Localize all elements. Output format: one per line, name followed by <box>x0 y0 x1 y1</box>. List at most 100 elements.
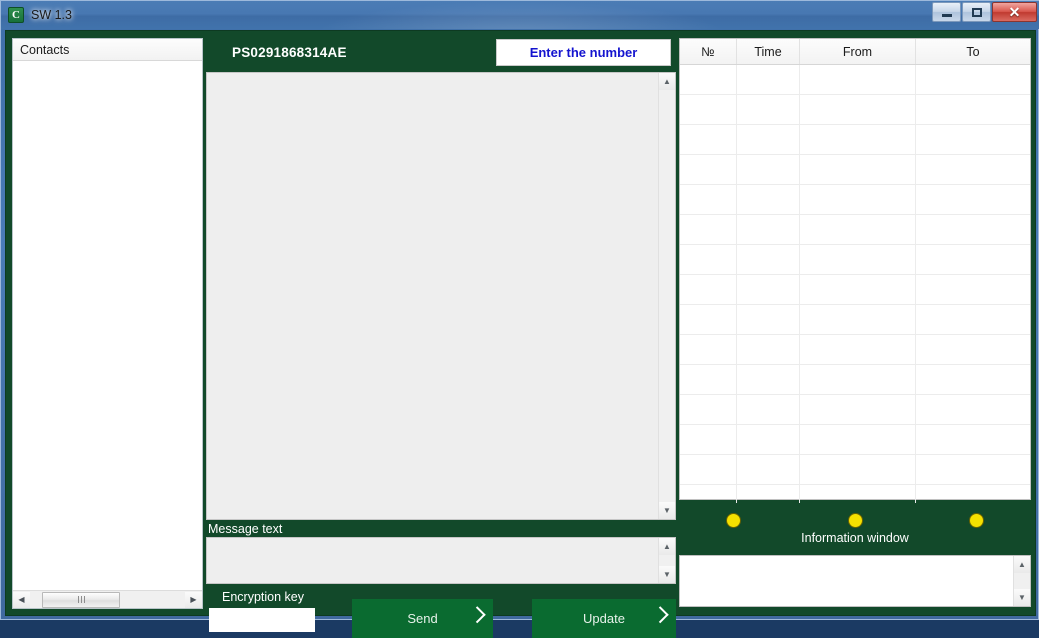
table-cell <box>800 125 916 154</box>
scroll-left-icon[interactable]: ◀ <box>13 591 30 608</box>
chevron-right-icon <box>468 605 486 623</box>
table-cell <box>800 95 916 124</box>
table-cell <box>680 365 737 394</box>
message-display-text[interactable] <box>207 73 658 519</box>
table-row[interactable] <box>680 365 1030 395</box>
encryption-key-input[interactable] <box>209 608 315 632</box>
log-table-body[interactable] <box>680 65 1030 515</box>
table-cell <box>800 335 916 364</box>
scroll-down-icon[interactable]: ▼ <box>659 502 675 519</box>
contacts-horizontal-scrollbar[interactable]: ◀ ▶ <box>13 590 202 608</box>
table-row[interactable] <box>680 305 1030 335</box>
status-lamp-icon-2 <box>848 513 863 528</box>
table-cell <box>916 425 1030 454</box>
message-log-table[interactable]: № Time From To <box>679 38 1031 515</box>
table-row[interactable] <box>680 245 1030 275</box>
table-cell <box>916 305 1030 334</box>
table-cell <box>737 65 800 94</box>
table-cell <box>916 65 1030 94</box>
table-cell <box>916 395 1030 424</box>
minimize-button[interactable] <box>932 2 961 22</box>
update-button-label: Update <box>583 611 625 626</box>
scroll-up-icon[interactable]: ▲ <box>659 73 675 90</box>
table-cell <box>737 395 800 424</box>
minimize-icon <box>941 14 952 17</box>
maximize-button[interactable] <box>962 2 991 22</box>
table-cell <box>916 365 1030 394</box>
scroll-right-icon[interactable]: ▶ <box>185 591 202 608</box>
contacts-column-header: Contacts <box>13 39 202 61</box>
table-row[interactable] <box>680 425 1030 455</box>
table-cell <box>680 155 737 184</box>
table-cell <box>737 305 800 334</box>
table-row[interactable] <box>680 95 1030 125</box>
table-cell <box>680 425 737 454</box>
message-input-area[interactable]: ▲ ▼ <box>206 537 676 584</box>
enter-number-button[interactable]: Enter the number <box>496 39 671 66</box>
table-cell <box>680 185 737 214</box>
message-input-text[interactable] <box>207 538 658 583</box>
message-display-scrollbar[interactable]: ▲ ▼ <box>658 73 675 519</box>
column-header-to[interactable]: To <box>916 39 1030 64</box>
contacts-list[interactable] <box>13 61 202 590</box>
title-bar: C SW 1.3 ✕ <box>1 1 1039 29</box>
table-row[interactable] <box>680 275 1030 305</box>
contacts-scroll-thumb[interactable] <box>42 591 120 608</box>
information-window-text[interactable] <box>680 556 1013 606</box>
scroll-down-icon[interactable]: ▼ <box>1014 589 1030 606</box>
table-cell <box>680 335 737 364</box>
message-input-scrollbar[interactable]: ▲ ▼ <box>658 538 675 583</box>
table-cell <box>680 275 737 304</box>
column-header-no[interactable]: № <box>680 39 737 64</box>
table-cell <box>737 155 800 184</box>
close-button[interactable]: ✕ <box>992 2 1037 22</box>
column-header-from[interactable]: From <box>800 39 916 64</box>
table-cell <box>916 245 1030 274</box>
table-cell <box>800 455 916 484</box>
table-row[interactable] <box>680 215 1030 245</box>
actions-row: Encryption key Send Update <box>206 590 676 638</box>
table-cell <box>800 275 916 304</box>
message-display-area[interactable]: ▲ ▼ <box>206 72 676 520</box>
table-cell <box>680 245 737 274</box>
table-row[interactable] <box>680 455 1030 485</box>
table-cell <box>800 245 916 274</box>
table-row[interactable] <box>680 395 1030 425</box>
table-row[interactable] <box>680 155 1030 185</box>
right-column: № Time From To Information window ▲ ▼ <box>679 38 1031 609</box>
table-cell <box>680 215 737 244</box>
table-cell <box>800 215 916 244</box>
table-cell <box>737 275 800 304</box>
table-cell <box>737 95 800 124</box>
table-cell <box>680 125 737 154</box>
column-header-time[interactable]: Time <box>737 39 800 64</box>
application-window: C SW 1.3 ✕ Contacts ◀ ▶ PS0291868314AE E… <box>0 0 1039 638</box>
chevron-right-icon <box>651 605 669 623</box>
table-cell <box>737 425 800 454</box>
send-button[interactable]: Send <box>352 599 493 638</box>
scroll-up-icon[interactable]: ▲ <box>659 538 675 555</box>
table-cell <box>916 155 1030 184</box>
table-row[interactable] <box>680 125 1030 155</box>
table-cell <box>800 425 916 454</box>
table-cell <box>800 65 916 94</box>
table-cell <box>680 455 737 484</box>
table-cell <box>680 95 737 124</box>
table-cell <box>737 335 800 364</box>
information-window-scrollbar[interactable]: ▲ ▼ <box>1013 556 1030 606</box>
app-logo-icon: C <box>8 7 24 23</box>
update-button[interactable]: Update <box>532 599 676 638</box>
scroll-down-icon[interactable]: ▼ <box>659 566 675 583</box>
scroll-up-icon[interactable]: ▲ <box>1014 556 1030 573</box>
device-number: PS0291868314AE <box>232 45 347 60</box>
table-row[interactable] <box>680 65 1030 95</box>
information-window-panel[interactable]: ▲ ▼ <box>679 555 1031 607</box>
contacts-scroll-track[interactable] <box>30 591 185 608</box>
table-cell <box>737 455 800 484</box>
table-row[interactable] <box>680 335 1030 365</box>
table-cell <box>916 275 1030 304</box>
table-row[interactable] <box>680 185 1030 215</box>
table-cell <box>800 185 916 214</box>
app-client-area: Contacts ◀ ▶ PS0291868314AE Enter the nu… <box>5 30 1036 638</box>
table-cell <box>737 245 800 274</box>
